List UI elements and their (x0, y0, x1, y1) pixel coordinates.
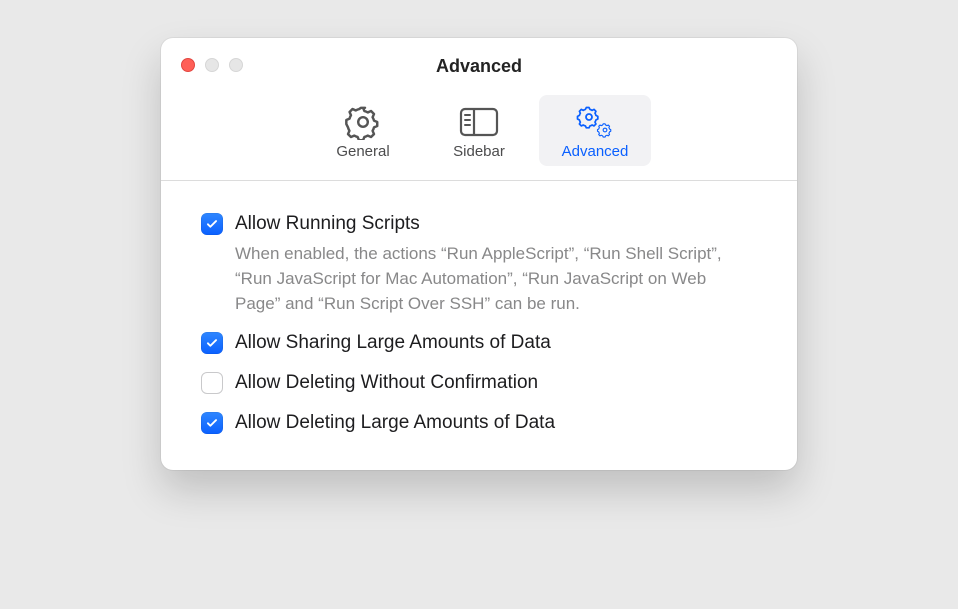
preferences-toolbar: General Sidebar (161, 87, 797, 181)
setting-label: Allow Deleting Large Amounts of Data (235, 410, 757, 436)
tab-label: Advanced (562, 143, 629, 160)
checkbox-allow-deleting-large-data[interactable] (201, 412, 223, 434)
tab-advanced[interactable]: Advanced (539, 95, 651, 166)
minimize-window-button[interactable] (205, 58, 219, 72)
setting-description: When enabled, the actions “Run AppleScri… (235, 241, 757, 316)
checkbox-allow-running-scripts[interactable] (201, 213, 223, 235)
close-window-button[interactable] (181, 58, 195, 72)
setting-label: Allow Running Scripts (235, 211, 757, 237)
setting-label: Allow Sharing Large Amounts of Data (235, 330, 757, 356)
gear-icon (345, 103, 381, 141)
checkbox-allow-sharing-large-data[interactable] (201, 332, 223, 354)
tab-general[interactable]: General (307, 95, 419, 166)
setting-allow-deleting-large-data: Allow Deleting Large Amounts of Data (201, 410, 757, 436)
window-title: Advanced (161, 56, 797, 77)
setting-text: Allow Sharing Large Amounts of Data (235, 330, 757, 356)
setting-allow-running-scripts: Allow Running Scripts When enabled, the … (201, 211, 757, 316)
checkmark-icon (205, 336, 219, 350)
checkbox-allow-deleting-without-confirmation[interactable] (201, 372, 223, 394)
checkmark-icon (205, 217, 219, 231)
setting-text: Allow Running Scripts When enabled, the … (235, 211, 757, 316)
tab-label: General (336, 143, 389, 160)
setting-allow-deleting-without-confirmation: Allow Deleting Without Confirmation (201, 370, 757, 396)
gears-icon (574, 103, 616, 141)
setting-text: Allow Deleting Without Confirmation (235, 370, 757, 396)
setting-allow-sharing-large-data: Allow Sharing Large Amounts of Data (201, 330, 757, 356)
tab-sidebar[interactable]: Sidebar (423, 95, 535, 166)
setting-text: Allow Deleting Large Amounts of Data (235, 410, 757, 436)
setting-label: Allow Deleting Without Confirmation (235, 370, 757, 396)
advanced-settings-pane: Allow Running Scripts When enabled, the … (161, 181, 797, 470)
preferences-window: Advanced General Sidebar (161, 38, 797, 470)
checkmark-icon (205, 416, 219, 430)
sidebar-icon (458, 103, 500, 141)
traffic-lights (181, 58, 243, 72)
zoom-window-button[interactable] (229, 58, 243, 72)
titlebar: Advanced (161, 38, 797, 87)
tab-label: Sidebar (453, 143, 505, 160)
